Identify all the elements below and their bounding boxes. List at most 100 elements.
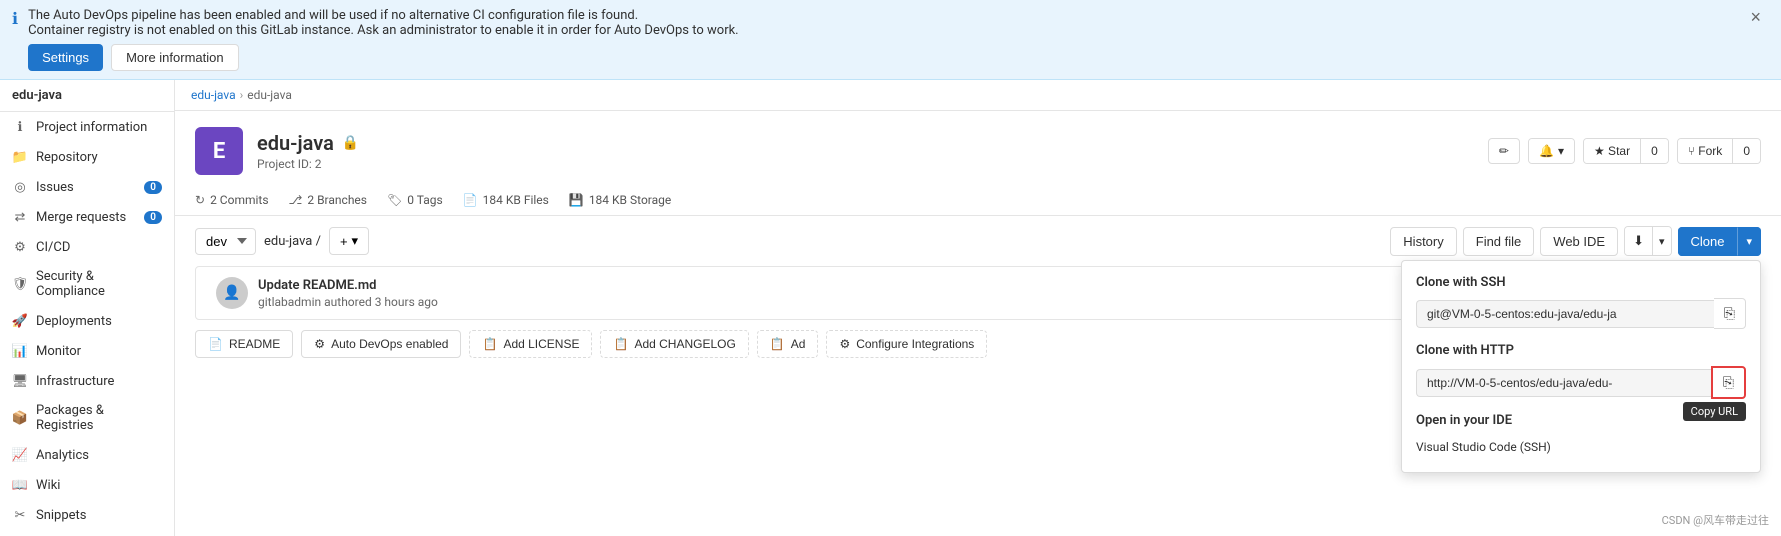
sidebar-label: Snippets	[36, 508, 162, 523]
copy-url-tooltip: Copy URL	[1683, 402, 1746, 421]
watermark: CSDN @风车带走过往	[1662, 512, 1769, 528]
download-arrow-button[interactable]: ▾	[1652, 227, 1671, 255]
configure-label: Configure Integrations	[856, 337, 974, 351]
sidebar-item-repository[interactable]: 📁 Repository	[0, 142, 174, 172]
readme-button[interactable]: 📄 README	[195, 330, 293, 358]
sidebar-label: Wiki	[36, 478, 162, 493]
close-banner-button[interactable]: ×	[1746, 8, 1765, 26]
clone-dropdown: Clone with SSH ⎘ Clone with HTTP ⎘ Copy …	[1401, 260, 1761, 473]
repository-icon: 📁	[12, 149, 28, 165]
wiki-icon: 📖	[12, 477, 28, 493]
sidebar-label: Security & Compliance	[36, 269, 162, 299]
sidebar-item-packages-registries[interactable]: 📦 Packages & Registries	[0, 396, 174, 440]
project-subtitle: Project ID: 2	[257, 157, 359, 171]
sidebar-item-cicd[interactable]: ⚙ CI/CD	[0, 232, 174, 262]
branches-count: 2 Branches	[307, 193, 367, 207]
more-information-button[interactable]: More information	[111, 44, 239, 71]
sidebar-item-monitor[interactable]: 📊 Monitor	[0, 336, 174, 366]
project-avatar: E	[195, 127, 243, 175]
add-file-button[interactable]: + ▾	[329, 227, 369, 255]
files-size: 184 KB Files	[483, 193, 549, 207]
add-arrow: ▾	[352, 233, 359, 249]
issues-badge: 0	[144, 181, 162, 194]
storage-icon: 💾	[569, 193, 584, 207]
commits-stat[interactable]: ↻ 2 Commits	[195, 193, 269, 207]
commit-time: authored 3 hours ago	[324, 295, 438, 309]
clone-http-input[interactable]	[1416, 369, 1711, 397]
tags-stat[interactable]: 🏷 0 Tags	[387, 193, 443, 207]
tags-icon: 🏷	[387, 193, 402, 207]
sidebar-item-wiki[interactable]: 📖 Wiki	[0, 470, 174, 500]
edit-button[interactable]: ✏	[1488, 138, 1520, 164]
sidebar-item-security-compliance[interactable]: 🛡 Security & Compliance	[0, 262, 174, 306]
notification-button[interactable]: 🔔 ▾	[1529, 139, 1574, 163]
more-icon: 📋	[770, 337, 785, 351]
cicd-icon: ⚙	[12, 239, 28, 255]
star-button[interactable]: ★ Star	[1584, 139, 1641, 163]
commits-icon: ↻	[195, 193, 205, 207]
changelog-icon: 📋	[613, 337, 628, 351]
add-more-button[interactable]: 📋 Ad	[757, 330, 819, 358]
deploy-icon: 🚀	[12, 313, 28, 329]
download-group: ⬇ ▾	[1624, 226, 1671, 256]
configure-icon: ⚙	[839, 337, 850, 351]
download-button[interactable]: ⬇	[1625, 227, 1652, 255]
branch-selector[interactable]: dev	[195, 228, 256, 255]
web-ide-button[interactable]: Web IDE	[1540, 227, 1618, 256]
sidebar-label: Infrastructure	[36, 374, 162, 389]
analytics-icon: 📈	[12, 447, 28, 463]
clone-button[interactable]: Clone	[1678, 227, 1738, 256]
fork-button[interactable]: ⑂ Fork	[1678, 139, 1734, 163]
add-changelog-button[interactable]: 📋 Add CHANGELOG	[600, 330, 748, 358]
commits-count: 2 Commits	[210, 193, 268, 207]
sidebar-label: Packages & Registries	[36, 403, 162, 433]
breadcrumb-current: edu-java	[247, 88, 292, 102]
sidebar-item-project-information[interactable]: ℹ Project information	[0, 112, 174, 142]
autodevops-button[interactable]: ⚙ Auto DevOps enabled	[301, 330, 461, 358]
history-button[interactable]: History	[1390, 227, 1456, 256]
sidebar-item-merge-requests[interactable]: ⇄ Merge requests 0	[0, 202, 174, 232]
sidebar-label: CI/CD	[36, 240, 162, 255]
sidebar-label: Merge requests	[36, 210, 136, 225]
branches-icon: ⎇	[289, 193, 303, 207]
sidebar-item-issues[interactable]: ◎ Issues 0	[0, 172, 174, 202]
settings-button[interactable]: Settings	[28, 44, 103, 71]
sidebar-item-settings[interactable]: ⚙ Settings	[0, 530, 174, 536]
sidebar-label: Repository	[36, 150, 162, 165]
find-file-button[interactable]: Find file	[1463, 227, 1535, 256]
files-stat: 📄 184 KB Files	[463, 193, 549, 207]
merge-icon: ⇄	[12, 209, 28, 225]
license-label: Add LICENSE	[503, 337, 579, 351]
project-name: edu-java	[257, 131, 334, 155]
clone-arrow-button[interactable]: ▾	[1737, 227, 1761, 256]
storage-stat: 💾 184 KB Storage	[569, 193, 671, 207]
packages-icon: 📦	[12, 410, 28, 426]
configure-integrations-button[interactable]: ⚙ Configure Integrations	[826, 330, 987, 358]
autodevops-label: Auto DevOps enabled	[331, 337, 448, 351]
path-text: edu-java /	[264, 234, 321, 249]
shield-icon: 🛡	[12, 276, 28, 292]
sidebar-item-analytics[interactable]: 📈 Analytics	[0, 440, 174, 470]
star-count: 0	[1641, 139, 1668, 163]
sidebar-item-snippets[interactable]: ✂ Snippets	[0, 500, 174, 530]
project-actions: ✏ 🔔 ▾ ★ Star 0 ⑂ Fork 0	[1488, 138, 1761, 164]
storage-size: 184 KB Storage	[589, 193, 671, 207]
add-license-button[interactable]: 📋 Add LICENSE	[469, 330, 592, 358]
files-icon: 📄	[463, 193, 478, 207]
plus-icon: +	[340, 234, 348, 249]
breadcrumb-separator: ›	[240, 88, 244, 102]
license-icon: 📋	[482, 337, 497, 351]
breadcrumb-parent[interactable]: edu-java	[191, 88, 236, 102]
notification-group: 🔔 ▾	[1528, 138, 1575, 164]
clone-ssh-input[interactable]	[1416, 300, 1714, 328]
sidebar-item-deployments[interactable]: 🚀 Deployments	[0, 306, 174, 336]
branches-stat[interactable]: ⎇ 2 Branches	[289, 193, 367, 207]
merge-badge: 0	[144, 211, 162, 224]
copy-http-button[interactable]: ⎘	[1711, 366, 1746, 399]
sidebar-item-infrastructure[interactable]: 🖥 Infrastructure	[0, 366, 174, 396]
sidebar-label: Monitor	[36, 344, 162, 359]
copy-ssh-button[interactable]: ⎘	[1714, 298, 1746, 329]
commit-author: gitlabadmin	[258, 295, 321, 309]
banner-message-line2: Container registry is not enabled on thi…	[28, 23, 1736, 38]
banner-message-line1: The Auto DevOps pipeline has been enable…	[28, 8, 1736, 23]
